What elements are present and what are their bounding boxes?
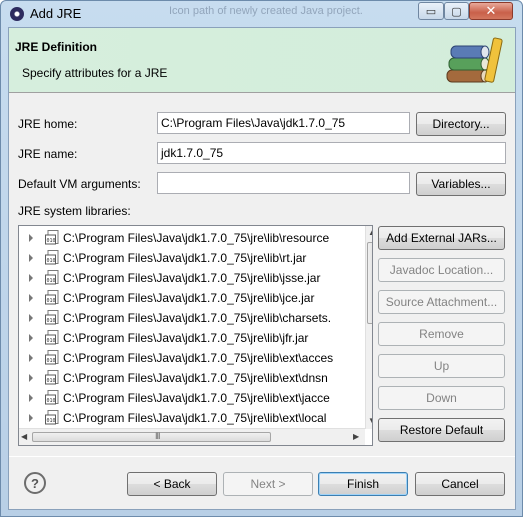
library-path: C:\Program Files\Java\jdk1.7.0_75\jre\li… [63,391,330,405]
jar-file-icon: 010 [45,290,59,305]
wizard-banner: JRE Definition Specify attributes for a … [9,28,515,93]
svg-text:010: 010 [47,238,56,244]
vertical-scrollbar[interactable]: ▲ ▼ [365,226,372,429]
dialog-content: JRE Definition Specify attributes for a … [8,27,516,510]
jar-file-icon: 010 [45,270,59,285]
library-path: C:\Program Files\Java\jdk1.7.0_75\jre\li… [63,331,309,345]
expand-arrow-icon[interactable] [29,234,33,242]
scroll-right-icon[interactable]: ▶ [353,432,359,441]
maximize-button[interactable]: ▢ [444,2,469,20]
close-button[interactable]: ✕ [469,2,513,20]
svg-text:010: 010 [47,258,56,264]
jar-file-icon: 010 [45,330,59,345]
jar-file-icon: 010 [45,370,59,385]
expand-arrow-icon[interactable] [29,374,33,382]
remove-button[interactable]: Remove [378,322,505,346]
library-path: C:\Program Files\Java\jdk1.7.0_75\jre\li… [63,371,328,385]
expand-arrow-icon[interactable] [29,294,33,302]
scroll-down-icon[interactable]: ▼ [368,416,372,425]
scroll-up-icon[interactable]: ▲ [368,228,372,237]
restore-default-button[interactable]: Restore Default [378,418,505,442]
svg-text:010: 010 [47,398,56,404]
scroll-left-icon[interactable]: ◀ [21,432,27,441]
expand-arrow-icon[interactable] [29,414,33,422]
library-row[interactable]: 010 C:\Program Files\Java\jdk1.7.0_75\jre… [19,248,359,268]
library-row[interactable]: 010 C:\Program Files\Java\jdk1.7.0_75\jre… [19,408,359,428]
minimize-button[interactable]: ▭ [418,2,444,20]
directory-button[interactable]: Directory... [416,112,506,136]
help-icon[interactable]: ? [24,472,46,494]
javadoc-location-button[interactable]: Javadoc Location... [378,258,505,282]
scroll-grip-icon: III [155,431,160,441]
library-path: C:\Program Files\Java\jdk1.7.0_75\jre\li… [63,251,307,265]
library-row[interactable]: 010 C:\Program Files\Java\jdk1.7.0_75\jre… [19,348,359,368]
vm-arguments-label: Default VM arguments: [18,177,141,191]
up-button[interactable]: Up [378,354,505,378]
jre-home-label: JRE home: [18,117,78,131]
svg-text:010: 010 [47,298,56,304]
expand-arrow-icon[interactable] [29,314,33,322]
jre-books-icon [446,37,503,83]
horizontal-scrollbar[interactable]: ◀ III ▶ [19,428,365,445]
svg-text:010: 010 [47,418,56,424]
library-path: C:\Program Files\Java\jdk1.7.0_75\jre\li… [63,271,321,285]
library-path: C:\Program Files\Java\jdk1.7.0_75\jre\li… [63,411,327,425]
jre-name-label: JRE name: [18,147,78,161]
back-button[interactable]: < Back [127,472,217,496]
add-jre-dialog: Add JRE Icon path of newly created Java … [0,0,523,517]
jar-file-icon: 010 [45,230,59,245]
library-path: C:\Program Files\Java\jdk1.7.0_75\jre\li… [63,351,334,365]
library-row[interactable]: 010 C:\Program Files\Java\jdk1.7.0_75\jre… [19,268,359,288]
footer-separator [9,456,515,457]
background-window-text: Icon path of newly created Java project. [169,5,363,17]
banner-title: JRE Definition [15,40,98,54]
library-row[interactable]: 010 C:\Program Files\Java\jdk1.7.0_75\jre… [19,228,359,248]
library-row[interactable]: 010 C:\Program Files\Java\jdk1.7.0_75\jre… [19,308,359,328]
expand-arrow-icon[interactable] [29,274,33,282]
library-row[interactable]: 010 C:\Program Files\Java\jdk1.7.0_75\jre… [19,368,359,388]
library-path: C:\Program Files\Java\jdk1.7.0_75\jre\li… [63,311,332,325]
jre-name-input[interactable]: jdk1.7.0_75 [157,142,506,164]
library-row[interactable]: 010 C:\Program Files\Java\jdk1.7.0_75\jre… [19,288,359,308]
jar-file-icon: 010 [45,390,59,405]
vm-arguments-input[interactable] [157,172,410,194]
library-row[interactable]: 010 C:\Program Files\Java\jdk1.7.0_75\jre… [19,388,359,408]
window-title: Add JRE [30,6,82,21]
banner-description: Specify attributes for a JRE [22,66,168,80]
horizontal-scroll-thumb[interactable]: III [32,431,271,442]
cancel-button[interactable]: Cancel [415,472,505,496]
expand-arrow-icon[interactable] [29,254,33,262]
jar-file-icon: 010 [45,410,59,425]
jar-file-icon: 010 [45,350,59,365]
svg-text:010: 010 [47,338,56,344]
library-path: C:\Program Files\Java\jdk1.7.0_75\jre\li… [63,291,315,305]
svg-text:010: 010 [47,278,56,284]
library-path: C:\Program Files\Java\jdk1.7.0_75\jre\li… [63,231,330,245]
expand-arrow-icon[interactable] [29,394,33,402]
finish-button[interactable]: Finish [318,472,408,496]
next-button[interactable]: Next > [223,472,313,496]
eclipse-icon [10,7,24,21]
down-button[interactable]: Down [378,386,505,410]
svg-text:010: 010 [47,378,56,384]
svg-text:010: 010 [47,358,56,364]
jar-file-icon: 010 [45,250,59,265]
variables-button[interactable]: Variables... [416,172,506,196]
svg-text:010: 010 [47,318,56,324]
expand-arrow-icon[interactable] [29,334,33,342]
vertical-scroll-thumb[interactable] [367,242,372,324]
source-attachment-button[interactable]: Source Attachment... [378,290,505,314]
system-libraries-label: JRE system libraries: [18,204,131,218]
add-external-jars-button[interactable]: Add External JARs... [378,226,505,250]
jre-home-input[interactable]: C:\Program Files\Java\jdk1.7.0_75 [157,112,410,134]
jar-file-icon: 010 [45,310,59,325]
title-bar[interactable]: Add JRE Icon path of newly created Java … [1,1,522,27]
library-row[interactable]: 010 C:\Program Files\Java\jdk1.7.0_75\jre… [19,328,359,348]
libraries-tree[interactable]: 010 C:\Program Files\Java\jdk1.7.0_75\jre… [18,225,373,446]
expand-arrow-icon[interactable] [29,354,33,362]
